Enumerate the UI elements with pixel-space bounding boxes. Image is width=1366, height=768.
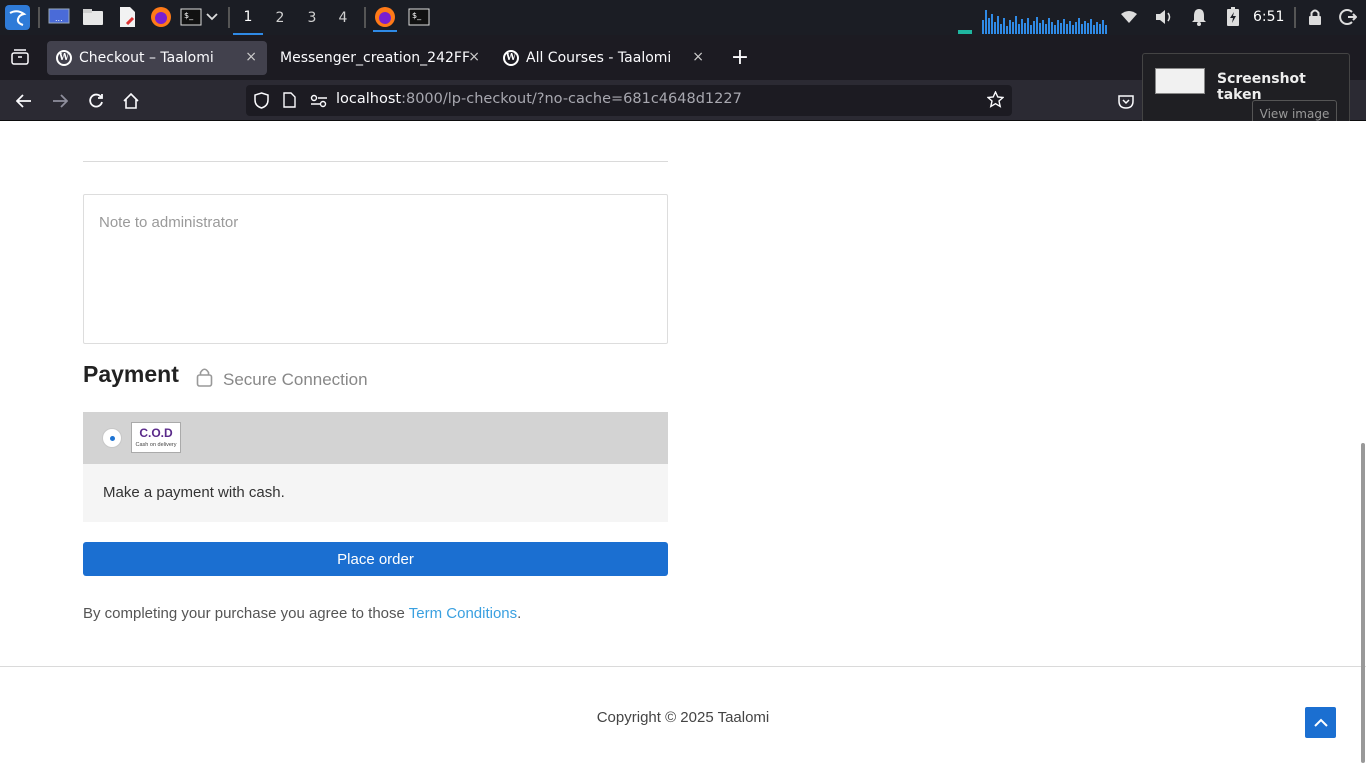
lock-icon <box>196 367 213 392</box>
checkout-page: Note to administrator Payment Secure Con… <box>0 121 1366 768</box>
home-button[interactable] <box>118 88 144 114</box>
tab-messenger-creation[interactable]: Messenger_creation_242FFB × <box>270 41 490 75</box>
terminal-window-icon[interactable]: $_ <box>408 6 430 28</box>
payment-method-description: Make a payment with cash. <box>83 464 668 522</box>
lock-screen-icon[interactable] <box>1304 6 1326 28</box>
taskbar-separator <box>38 7 40 28</box>
tracking-protection-shield-icon[interactable] <box>254 92 269 113</box>
note-to-administrator-textarea[interactable]: Note to administrator <box>83 194 668 344</box>
terms-prefix: By completing your purchase you agree to… <box>83 605 409 622</box>
tab-title: Messenger_creation_242FFB <box>280 50 470 66</box>
bookmark-star-icon[interactable] <box>986 90 1005 112</box>
firefox-view-icon[interactable] <box>7 44 33 70</box>
close-tab-icon[interactable]: × <box>692 49 704 65</box>
tab-title: All Courses - Taalomi <box>526 50 672 66</box>
file-manager-icon[interactable] <box>82 6 104 28</box>
workspace-4[interactable]: 4 <box>328 0 358 35</box>
taskbar-separator <box>1294 7 1296 28</box>
url-text[interactable]: localhost:8000/lp-checkout/?no-cache=681… <box>336 91 742 107</box>
cod-logo: C.O.D Cash on delivery <box>131 422 181 453</box>
payment-method-radio[interactable] <box>102 428 122 448</box>
tab-title: Checkout – Taalomi <box>79 50 214 66</box>
wifi-icon[interactable] <box>1118 6 1140 28</box>
secure-connection-text: Secure Connection <box>223 369 368 389</box>
svg-text:$_: $_ <box>184 11 194 20</box>
permissions-icon[interactable] <box>310 93 328 112</box>
page-info-icon[interactable] <box>283 92 296 112</box>
volume-icon[interactable] <box>1153 6 1175 28</box>
text-editor-icon[interactable] <box>116 6 138 28</box>
footer-copyright: Copyright © 2025 Taalomi <box>596 709 770 726</box>
svg-text:$_: $_ <box>412 11 422 20</box>
desktop-icon[interactable]: ... <box>48 6 70 28</box>
url-host: localhost <box>336 91 402 107</box>
url-bar[interactable]: localhost:8000/lp-checkout/?no-cache=681… <box>246 85 1012 116</box>
clock[interactable]: 6:51 <box>1253 0 1284 35</box>
logout-icon[interactable] <box>1337 6 1359 28</box>
footer-divider <box>0 666 1366 667</box>
firefox-window-icon[interactable] <box>373 3 397 32</box>
tab-all-courses[interactable]: W All Courses - Taalomi × <box>494 41 714 75</box>
page-scrollbar[interactable] <box>1361 443 1365 763</box>
payment-method-cod[interactable]: C.O.D Cash on delivery <box>83 412 668 464</box>
secure-connection-label: Secure Connection <box>196 367 368 392</box>
close-tab-icon[interactable]: × <box>245 49 257 65</box>
forward-button[interactable] <box>47 88 73 114</box>
workspace-3[interactable]: 3 <box>297 0 327 35</box>
place-order-button[interactable]: Place order <box>83 542 668 576</box>
kali-menu-icon[interactable] <box>5 5 30 30</box>
payment-heading: Payment <box>83 361 179 387</box>
notifications-bell-icon[interactable] <box>1188 6 1210 28</box>
screenshot-thumbnail <box>1155 68 1205 94</box>
tab-checkout[interactable]: W Checkout – Taalomi × <box>47 41 267 75</box>
taskbar-separator <box>228 7 230 28</box>
svg-text:...: ... <box>55 14 63 23</box>
section-divider <box>83 161 668 162</box>
cod-logo-subtext: Cash on delivery <box>135 442 177 448</box>
terms-suffix: . <box>517 605 522 622</box>
workspace-2[interactable]: 2 <box>265 0 295 35</box>
pocket-icon[interactable] <box>1113 88 1139 114</box>
notification-title: Screenshot taken <box>1217 71 1306 103</box>
cpu-graph-icon <box>958 10 1107 34</box>
url-path: :8000/lp-checkout/?no-cache=681c4648d122… <box>401 91 742 107</box>
new-tab-button[interactable]: + <box>727 44 753 70</box>
os-taskbar: ... $_ 1 2 3 4 $_ 6:51 <box>0 0 1366 35</box>
back-button[interactable] <box>11 88 37 114</box>
firefox-launcher-icon[interactable] <box>150 6 172 28</box>
terminal-launcher-icon[interactable]: $_ <box>180 6 202 28</box>
close-tab-icon[interactable]: × <box>468 49 480 65</box>
chevron-down-icon[interactable] <box>204 6 220 28</box>
term-conditions-link[interactable]: Term Conditions <box>409 605 517 622</box>
battery-charging-icon[interactable] <box>1222 6 1244 28</box>
workspace-1[interactable]: 1 <box>233 0 263 35</box>
wordpress-favicon-icon: W <box>503 50 519 66</box>
chevron-up-icon <box>1313 718 1328 727</box>
taskbar-separator <box>364 7 366 28</box>
cod-logo-text: C.O.D <box>139 426 173 440</box>
wordpress-favicon-icon: W <box>56 50 72 66</box>
reload-button[interactable] <box>83 88 109 114</box>
terms-notice: By completing your purchase you agree to… <box>83 605 521 622</box>
scroll-to-top-button[interactable] <box>1305 707 1336 738</box>
